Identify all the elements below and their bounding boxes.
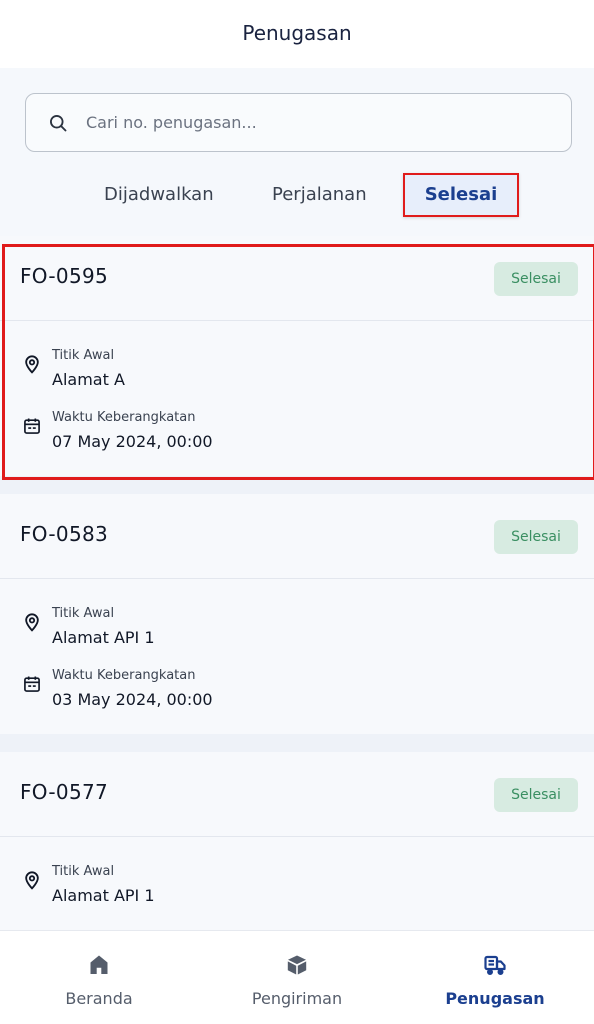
location-pin-icon (25, 613, 39, 632)
nav-label: Beranda (65, 989, 133, 1008)
bottom-nav: Beranda Pengiriman Penugasan (0, 930, 594, 1024)
nav-item-penugasan[interactable]: Penugasan (396, 931, 594, 1024)
card-header: FO-0595 Selesai (0, 236, 594, 321)
tab-selesai[interactable]: Selesai (403, 173, 519, 217)
assignment-card[interactable]: FO-0577 Selesai Titik Awal Alamat API 1 (0, 752, 594, 930)
nav-item-beranda[interactable]: Beranda (0, 931, 198, 1024)
origin-label: Titik Awal (52, 348, 115, 363)
status-badge: Selesai (494, 262, 578, 296)
assignment-card[interactable]: FO-0583 Selesai Titik Awal Alamat API 1 … (0, 494, 594, 734)
assignment-code: FO-0595 (20, 264, 109, 288)
assignment-code: FO-0577 (20, 780, 109, 804)
nav-item-pengiriman[interactable]: Pengiriman (198, 931, 396, 1024)
departure-label: Waktu Keberangkatan (52, 410, 196, 425)
search-input[interactable] (86, 113, 526, 132)
origin-label: Titik Awal (52, 606, 115, 621)
truck-icon (484, 955, 506, 976)
calendar-icon (24, 418, 40, 434)
nav-label: Pengiriman (251, 989, 343, 1008)
calendar-icon (24, 676, 40, 692)
package-icon (287, 955, 307, 975)
status-badge: Selesai (494, 778, 578, 812)
nav-label: Penugasan (445, 989, 545, 1008)
assignment-list[interactable]: FO-0595 Selesai Titik Awal Alamat A Wakt… (0, 236, 594, 930)
assignment-code: FO-0583 (20, 522, 109, 546)
card-header: FO-0577 Selesai (0, 752, 594, 837)
page-title: Penugasan (242, 21, 352, 45)
origin-label: Titik Awal (52, 864, 115, 879)
tab-perjalanan[interactable]: Perjalanan (272, 173, 367, 217)
departure-value: 07 May 2024, 00:00 (52, 432, 213, 451)
search-icon (50, 114, 67, 131)
app-header: Penugasan (0, 0, 594, 68)
top-area: Dijadwalkan Perjalanan Selesai (0, 68, 594, 236)
origin-value: Alamat API 1 (52, 886, 155, 905)
home-icon (90, 955, 108, 974)
card-header: FO-0583 Selesai (0, 494, 594, 579)
status-tabs: Dijadwalkan Perjalanan Selesai (0, 173, 594, 219)
origin-value: Alamat API 1 (52, 628, 155, 647)
status-badge: Selesai (494, 520, 578, 554)
departure-label: Waktu Keberangkatan (52, 668, 196, 683)
search-bar[interactable] (25, 93, 572, 152)
origin-value: Alamat A (52, 370, 125, 389)
assignment-card[interactable]: FO-0595 Selesai Titik Awal Alamat A Wakt… (0, 236, 594, 480)
tab-dijadwalkan[interactable]: Dijadwalkan (104, 173, 214, 217)
location-pin-icon (25, 871, 39, 890)
location-pin-icon (25, 355, 39, 374)
departure-value: 03 May 2024, 00:00 (52, 690, 213, 709)
